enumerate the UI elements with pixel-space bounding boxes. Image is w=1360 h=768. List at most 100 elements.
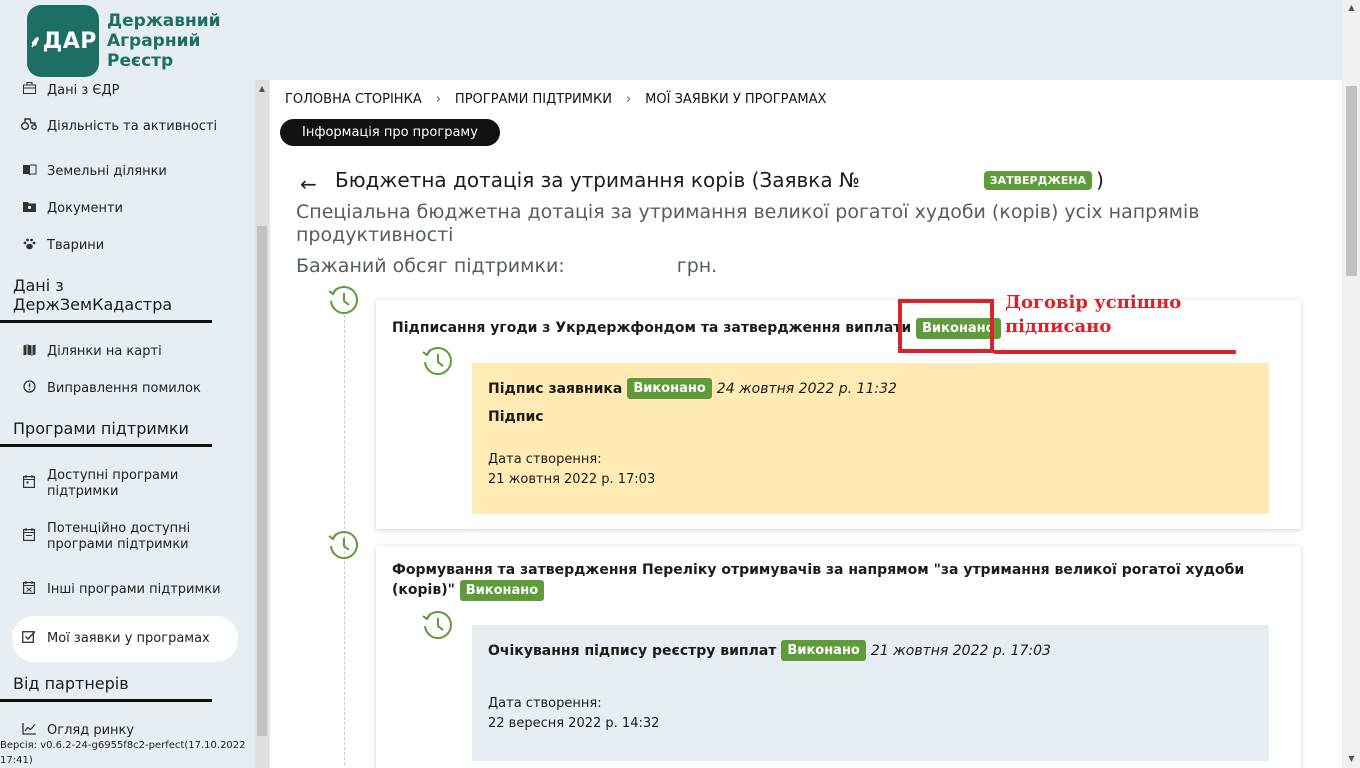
program-info-label: Інформація про програму <box>302 125 478 140</box>
logo-text: Державний Аграрний Реєстр <box>107 11 221 71</box>
section-partners: Від партнерів <box>0 662 252 712</box>
scroll-down-icon[interactable]: ▼ <box>1343 754 1360 763</box>
sidebar-item-potential-programs[interactable]: Потенційно доступні програми підтримки <box>0 510 252 563</box>
clock-history-icon <box>328 531 358 559</box>
sidebar-item-label: Дані з ЄДР <box>47 82 120 98</box>
logo-mark: ДАР <box>42 28 97 54</box>
status-badge: ЗАТВЕРДЖЕНА <box>983 170 1093 190</box>
status-badge: Виконано <box>627 378 712 399</box>
status-badge: Виконано <box>459 580 545 601</box>
sidebar-item-available-programs[interactable]: Доступні програми підтримки <box>0 457 252 510</box>
sidebar-item-label: Діяльність та активності <box>47 118 218 134</box>
book-icon <box>20 164 38 180</box>
sub-step-title: Очікування підпису реєстру виплат Викона… <box>488 640 1051 661</box>
scroll-up-icon[interactable]: ▲ <box>1343 3 1360 12</box>
calendar-icon <box>20 527 38 546</box>
back-arrow-icon[interactable]: ← <box>300 172 317 196</box>
created-label: Дата створення: <box>488 696 602 711</box>
logo-line: Державний <box>107 11 221 31</box>
clock-history-icon <box>422 347 452 375</box>
scroll-thumb[interactable] <box>1346 86 1357 276</box>
sidebar-item-label: Ділянки на карті <box>47 344 162 359</box>
paw-icon <box>20 238 38 254</box>
program-info-button[interactable]: Інформація про програму <box>280 119 500 146</box>
scroll-up-icon[interactable]: ▲ <box>255 84 269 93</box>
clock-history-icon <box>422 611 452 639</box>
briefcase-icon <box>20 82 38 98</box>
section-cadastre: Дані з ДержЗемКадастра <box>0 264 252 333</box>
volume-label: Бажаний обсяг підтримки: <box>296 255 565 277</box>
sidebar-item-animals[interactable]: Тварини <box>0 227 252 264</box>
chart-line-icon <box>20 722 38 739</box>
sidebar-item-label: Виправлення помилок <box>47 381 201 396</box>
sidebar-item-label: Мої заявки у програмах <box>47 631 210 646</box>
map-icon <box>20 344 38 360</box>
sidebar-item-label: Потенційно доступні програми підтримки <box>47 520 191 552</box>
sidebar: ⸙ ДАР Державний Аграрний Реєстр Дані з ЄД… <box>0 0 270 768</box>
sidebar-item-label: Тварини <box>47 238 105 253</box>
main-scrollbar[interactable]: ▲ ▼ <box>1343 0 1360 768</box>
checkbox-icon <box>20 630 38 648</box>
title-suffix: ) <box>1096 168 1104 192</box>
step-title-text: Підписання угоди з Укрдержфондом та затв… <box>392 320 912 336</box>
sidebar-item-label: Земельні ділянки <box>47 164 167 179</box>
tractor-icon <box>20 118 38 135</box>
created-label: Дата створення: <box>488 452 602 467</box>
sidebar-item-errors[interactable]: Виправлення помилок <box>0 370 252 407</box>
section-programs: Програми підтримки <box>0 407 252 457</box>
created-value: 22 вересня 2022 р. 14:32 <box>488 716 660 731</box>
sub-step-date: 21 жовтня 2022 р. 17:03 <box>870 642 1051 659</box>
clock-history-icon <box>328 286 358 314</box>
sidebar-item-edr[interactable]: Дані з ЄДР <box>0 80 252 100</box>
page-subtitle: Спеціальна бюджетна дотація за утримання… <box>296 201 1200 246</box>
page-title: Бюджетна дотація за утримання корів (Зая… <box>335 168 1104 192</box>
wheat-icon: ⸙ <box>29 32 42 51</box>
title-text: Бюджетна дотація за утримання корів (Зая… <box>335 168 860 192</box>
breadcrumb-my-applications[interactable]: МОЇ ЗАЯВКИ У ПРОГРАМАХ <box>645 92 826 107</box>
logo-line: Аграрний <box>107 31 201 51</box>
annotation-underline <box>994 350 1236 354</box>
sidebar-item-other-programs[interactable]: Інші програми підтримки <box>0 563 252 616</box>
scroll-thumb[interactable] <box>257 226 267 736</box>
annotation-highlight-box <box>898 299 994 353</box>
signature-label: Підпис <box>488 409 544 425</box>
version-text: Версія: v0.6.2-24-g6955f8c2-perfect(17.1… <box>0 740 246 766</box>
sidebar-item-activities[interactable]: Діяльність та активності <box>0 100 252 153</box>
step-title: Формування та затвердження Переліку отри… <box>392 561 1272 601</box>
sidebar-item-label: Доступні програми підтримки <box>47 467 179 499</box>
breadcrumb: ГОЛОВНА СТОРІНКА › ПРОГРАМИ ПІДТРИМКИ › … <box>285 92 826 107</box>
sub-step-title-text: Очікування підпису реєстру виплат <box>488 642 777 659</box>
volume-unit: грн. <box>676 255 718 277</box>
breadcrumb-separator: › <box>435 92 441 107</box>
sub-step-card: Підпис заявника Виконано 24 жовтня 2022 … <box>472 363 1269 514</box>
breadcrumb-home[interactable]: ГОЛОВНА СТОРІНКА <box>285 92 422 107</box>
section-title: Дані з ДержЗемКадастра <box>0 268 212 323</box>
sidebar-nav: Дані з ЄДР Діяльність та активності Земе… <box>0 80 252 749</box>
sidebar-item-land[interactable]: Земельні ділянки <box>0 153 252 190</box>
support-volume: Бажаний обсяг підтримки: грн. <box>296 255 717 277</box>
calendar-icon <box>20 580 38 599</box>
logo-line: Реєстр <box>107 51 174 71</box>
sidebar-item-map[interactable]: Ділянки на карті <box>0 333 252 370</box>
sidebar-item-my-applications[interactable]: Мої заявки у програмах <box>12 616 238 662</box>
sidebar-scrollbar[interactable]: ▲ <box>255 80 269 768</box>
sidebar-item-label: Документи <box>47 201 123 216</box>
folder-icon <box>20 201 38 216</box>
sidebar-item-documents[interactable]: Документи <box>0 190 252 227</box>
step-card: Формування та затвердження Переліку отри… <box>376 546 1301 768</box>
annotation-line: Договір успішно <box>1005 292 1182 313</box>
sub-step-date: 24 жовтня 2022 р. 11:32 <box>716 380 897 397</box>
section-title: Програми підтримки <box>0 411 212 447</box>
sidebar-item-label: Огляд ринку <box>47 723 135 738</box>
annotation-line: підписано <box>1005 316 1112 337</box>
status-badge: Виконано <box>781 640 866 661</box>
sub-step-card: Очікування підпису реєстру виплат Викона… <box>472 625 1269 761</box>
breadcrumb-separator: › <box>625 92 632 107</box>
section-title: Від партнерів <box>0 666 212 702</box>
breadcrumb-programs[interactable]: ПРОГРАМИ ПІДТРИМКИ <box>455 92 612 107</box>
sub-step-title-text: Підпис заявника <box>488 380 623 397</box>
calendar-icon <box>20 474 38 493</box>
sidebar-item-label: Інші програми підтримки <box>47 581 221 597</box>
annotation-text: Договір успішно підписано <box>1005 291 1181 339</box>
logo[interactable]: ⸙ ДАР <box>27 5 99 77</box>
